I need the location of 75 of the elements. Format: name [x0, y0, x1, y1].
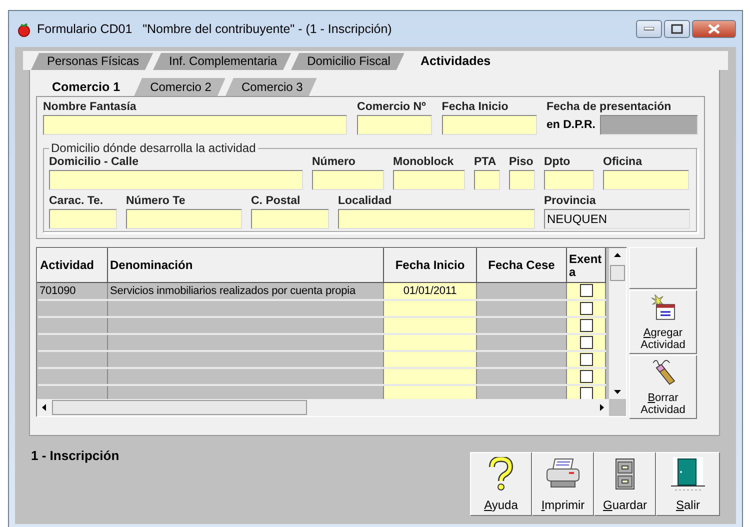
field-label: Número Te: [126, 194, 186, 208]
checkbox[interactable]: [580, 284, 592, 298]
field-label: PTA: [474, 155, 498, 169]
field-label: Piso: [509, 155, 534, 169]
table-cell: Servicios inmobiliarios realizados por cuenta propia: [108, 282, 384, 300]
input-field[interactable]: [312, 170, 384, 190]
door-icon: [671, 457, 705, 493]
field-label: Localidad: [338, 194, 393, 208]
tab[interactable]: Comercio 2: [134, 78, 226, 96]
field-label: Monoblock: [393, 155, 455, 169]
field-label: Oficina: [603, 155, 643, 169]
field-label: Carac. Te.: [49, 194, 104, 208]
close-button[interactable]: [692, 20, 736, 38]
input-field[interactable]: [544, 170, 594, 190]
window-title: Formulario CD01 "Nombre del contribuyente" - (1 - Inscripción): [37, 22, 393, 36]
input-field[interactable]: NEUQUEN: [544, 209, 690, 229]
input-field[interactable]: [393, 170, 465, 190]
minimize-button[interactable]: [636, 20, 662, 38]
checkbox[interactable]: [580, 386, 592, 399]
table-cell: 701090: [38, 282, 108, 300]
input-field[interactable]: [43, 115, 348, 135]
input-field[interactable]: [338, 209, 535, 229]
tab[interactable]: Inf. Complementaria: [153, 53, 292, 70]
input-field[interactable]: [603, 170, 689, 190]
group-title: Domicilio dónde desarrolla la actividad: [50, 141, 257, 155]
tomato-icon: [17, 22, 31, 36]
field-label: en D.P.R.: [546, 119, 596, 131]
field-label: Dpto: [544, 155, 572, 169]
input-field[interactable]: [251, 209, 329, 229]
toolbar-button[interactable]: Agregar Actividad: [629, 290, 697, 354]
tab[interactable]: Personas Físicas: [31, 53, 154, 70]
checkbox[interactable]: [580, 352, 592, 366]
status-text: 1 - Inscripción: [31, 448, 120, 465]
tab[interactable]: Comercio 3: [225, 78, 317, 96]
tab[interactable]: Domicilio Fiscal: [291, 53, 404, 70]
field-label: Número: [312, 155, 356, 169]
checkbox[interactable]: [580, 370, 592, 382]
column-header: Denominación: [108, 248, 384, 282]
checkbox[interactable]: [580, 318, 592, 332]
file-cabinet-icon: [614, 457, 636, 491]
input-field[interactable]: [474, 170, 500, 190]
field-label: Comercio Nº: [357, 100, 427, 114]
field-label: Nombre Fantasía: [43, 100, 138, 114]
toolbar-button[interactable]: Borrar Actividad: [629, 355, 697, 419]
column-header: Exent a: [566, 248, 606, 282]
printer-icon: [545, 457, 581, 489]
table-cell: 01/01/2011: [384, 282, 476, 300]
toolbar-button[interactable]: Salir: [656, 452, 720, 516]
field-label: Provincia: [544, 194, 597, 208]
checkbox[interactable]: [580, 336, 592, 348]
field-label: C. Postal: [251, 194, 302, 208]
field-label: Domicilio - Calle: [49, 155, 140, 169]
input-field[interactable]: [357, 115, 432, 135]
question-mark-icon: [488, 457, 514, 491]
maximize-button[interactable]: [664, 20, 690, 38]
scrollbar-thumb[interactable]: [610, 265, 625, 281]
checkbox[interactable]: [580, 302, 592, 314]
input-field[interactable]: [600, 115, 698, 135]
input-field[interactable]: [442, 115, 536, 135]
toolbar-button[interactable]: Guardar: [594, 452, 656, 516]
toolbar-button[interactable]: Ayuda: [470, 452, 532, 516]
input-field[interactable]: [49, 170, 303, 190]
field-label: Fecha de presentación: [546, 100, 672, 114]
maximize-icon: [671, 24, 683, 34]
input-field[interactable]: [49, 209, 117, 229]
scrollbar-thumb[interactable]: [52, 400, 307, 415]
column-header: Actividad: [38, 248, 108, 282]
column-header: Fecha Cese: [476, 248, 566, 282]
minimize-icon: [644, 27, 654, 31]
input-field[interactable]: [509, 170, 535, 190]
field-label: Fecha Inicio: [442, 100, 510, 114]
close-icon: [708, 24, 720, 34]
column-header: Fecha Inicio: [384, 248, 476, 282]
input-field[interactable]: [126, 209, 242, 229]
toolbar-button[interactable]: Imprimir: [532, 452, 594, 516]
